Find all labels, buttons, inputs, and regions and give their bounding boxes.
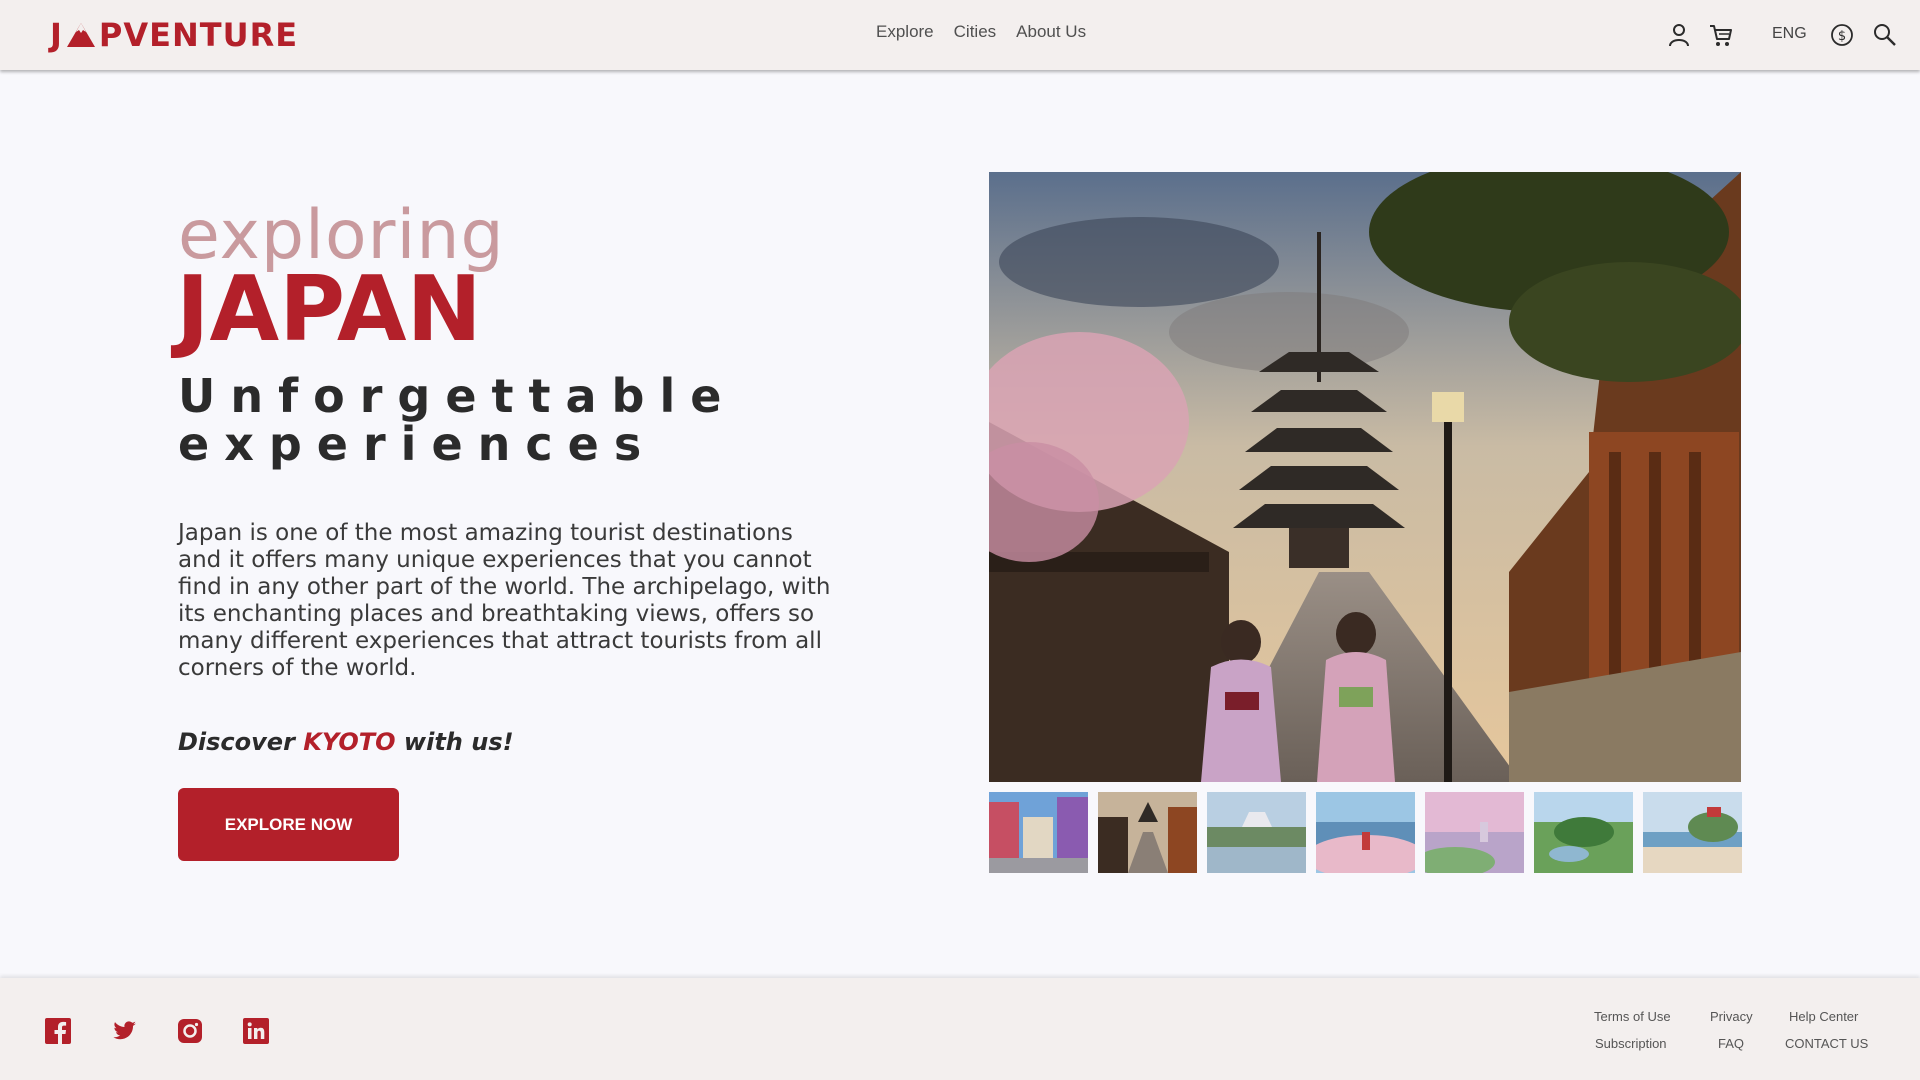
instagram-icon[interactable] <box>176 1017 204 1045</box>
kyoto-pagoda-thumb <box>1098 792 1197 873</box>
discover-prefix: Discover <box>178 728 295 756</box>
facebook-icon[interactable] <box>44 1017 72 1045</box>
language-selector[interactable]: ENG <box>1772 25 1807 43</box>
mount-fuji-icon <box>66 23 95 47</box>
discover-line: Discover KYOTO with us! <box>178 728 514 756</box>
thumbnail-3[interactable] <box>1207 792 1306 873</box>
gallery-thumbnails <box>989 792 1742 873</box>
footer-link-subscription[interactable]: Subscription <box>1595 1036 1667 1051</box>
thumbnail-7[interactable] <box>1643 792 1742 873</box>
user-icon[interactable] <box>1666 22 1692 48</box>
tagline-line-1: Unforgettable <box>178 369 737 423</box>
hiroshima-bay-thumb <box>1316 792 1415 873</box>
thumbnail-1[interactable] <box>989 792 1088 873</box>
explore-now-button[interactable]: EXPLORE NOW <box>178 788 399 861</box>
search-icon[interactable] <box>1872 22 1898 48</box>
thumbnail-2[interactable] <box>1098 792 1197 873</box>
hero-title: JAPAN <box>176 257 482 362</box>
hero-image <box>989 172 1741 782</box>
cart-icon[interactable] <box>1708 22 1734 48</box>
footer-link-help-center[interactable]: Help Center <box>1789 1009 1858 1024</box>
nav-about-us[interactable]: About Us <box>1016 22 1086 42</box>
footer-link-faq[interactable]: FAQ <box>1718 1036 1744 1051</box>
currency-icon[interactable]: $ <box>1829 22 1855 48</box>
kyoto-pagoda-street-photo <box>989 172 1741 782</box>
nav-explore[interactable]: Explore <box>876 22 934 42</box>
svg-text:$: $ <box>1838 29 1846 44</box>
main-nav: Explore Cities About Us <box>876 22 1086 42</box>
twitter-icon[interactable] <box>110 1017 138 1045</box>
hero-tagline: Unforgettable experiences <box>178 372 778 468</box>
thumbnail-6[interactable] <box>1534 792 1633 873</box>
site-footer: Terms of Use Privacy Help Center Subscri… <box>0 978 1920 1080</box>
discover-suffix: with us! <box>403 728 514 756</box>
linkedin-icon[interactable] <box>242 1017 270 1045</box>
hero-description: Japan is one of the most amazing tourist… <box>178 520 831 681</box>
footer-link-privacy[interactable]: Privacy <box>1710 1009 1753 1024</box>
tagline-line-2: experiences <box>178 417 657 471</box>
nav-cities[interactable]: Cities <box>954 22 997 42</box>
discover-city: KYOTO <box>303 728 396 756</box>
logo-text-right: PVENTURE <box>98 16 299 54</box>
city-skyline-thumb <box>1425 792 1524 873</box>
site-logo[interactable]: J PVENTURE <box>50 15 298 55</box>
tokyo-street-thumb <box>989 792 1088 873</box>
footer-link-terms[interactable]: Terms of Use <box>1594 1009 1671 1024</box>
coastal-temple-thumb <box>1643 792 1742 873</box>
osaka-castle-thumb <box>1207 792 1306 873</box>
thumbnail-5[interactable] <box>1425 792 1524 873</box>
logo-text-left: J <box>50 16 63 54</box>
site-header: J PVENTURE Explore Cities About Us ENG $ <box>0 0 1920 70</box>
japanese-garden-thumb <box>1534 792 1633 873</box>
footer-link-contact-us[interactable]: CONTACT US <box>1785 1036 1868 1051</box>
thumbnail-4[interactable] <box>1316 792 1415 873</box>
